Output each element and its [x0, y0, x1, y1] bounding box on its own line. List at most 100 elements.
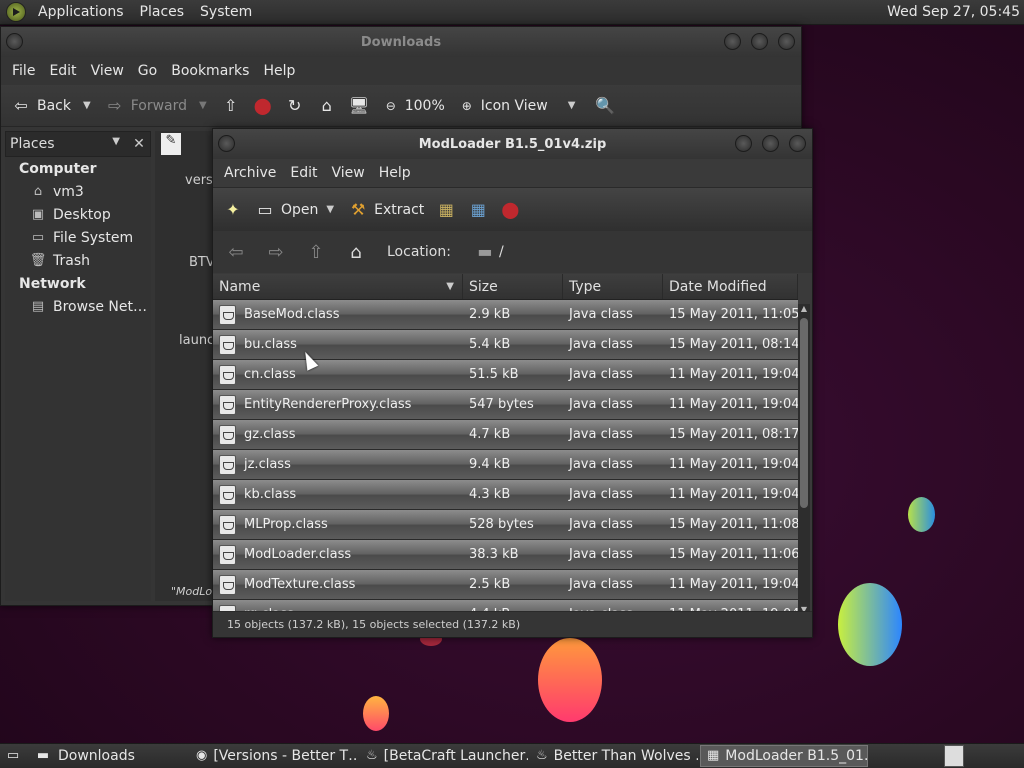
taskbar-task[interactable]: ♨ [BetaCraft Launcher… — [360, 745, 528, 767]
search-icon: 🔍 — [595, 95, 616, 115]
taskbar-task[interactable]: ◉ [Versions - Better T… — [190, 745, 358, 767]
stop-button[interactable]: ⬤ — [500, 200, 520, 220]
home-icon[interactable]: ⌂ — [343, 242, 369, 263]
menu-help[interactable]: Help — [372, 165, 418, 181]
java-class-file-icon — [219, 394, 236, 415]
reload-button[interactable]: ↻ — [285, 96, 305, 116]
workspace-switcher[interactable] — [944, 745, 964, 767]
up-button[interactable]: ⇧ — [221, 96, 241, 116]
back-button[interactable]: ⇦ Back — [11, 96, 71, 116]
taskbar-task[interactable]: ♨ Better Than Wolves … — [530, 745, 698, 767]
menu-applications[interactable]: Applications — [34, 4, 128, 20]
sidebar-item-desktop[interactable]: ▣ Desktop — [5, 203, 151, 226]
file-type-cell: Java class — [569, 577, 633, 592]
zoom-out-button[interactable]: ⊖ — [381, 96, 401, 116]
menu-archive[interactable]: Archive — [217, 165, 283, 181]
column-header-type[interactable]: Type — [563, 274, 663, 299]
file-type-cell: Java class — [569, 307, 633, 322]
file-row[interactable]: ModTexture.class 2.5 kB Java class 11 May 2… — [213, 570, 798, 600]
sidebar-item-vm3[interactable]: ⌂ vm3 — [5, 180, 151, 203]
menu-view[interactable]: View — [325, 165, 372, 181]
sidebar-item-file-system[interactable]: ▭ File System — [5, 226, 151, 249]
add-files-button[interactable]: ▦ — [436, 200, 456, 220]
file-row[interactable]: MLProp.class 528 bytes Java class 15 May 20… — [213, 510, 798, 540]
scroll-up-icon[interactable]: ▲ — [798, 304, 810, 313]
partial-label: BTV — [189, 255, 215, 270]
up-arrow-icon[interactable]: ⇧ — [303, 242, 329, 263]
file-row[interactable]: gz.class 4.7 kB Java class 15 May 2011, 08:… — [213, 420, 798, 450]
forward-arrow-icon[interactable]: ⇨ — [263, 242, 289, 263]
window-menu-button[interactable] — [6, 33, 23, 50]
view-mode-select[interactable]: Icon View — [481, 98, 548, 114]
taskbar-task[interactable]: ▬ Downloads — [28, 745, 188, 767]
home-button[interactable]: ⌂ — [317, 96, 337, 116]
computer-button[interactable]: 🖥 — [349, 96, 369, 116]
column-header-name[interactable]: Name ▼ — [213, 274, 463, 299]
back-arrow-icon[interactable]: ⇦ — [223, 242, 249, 263]
maximize-button[interactable] — [762, 135, 779, 152]
sidebar-item-trash[interactable]: 🗑 Trash — [5, 249, 151, 272]
file-date-cell: 11 May 2011, 19:04 — [669, 367, 798, 382]
show-desktop-button[interactable]: ▭ — [0, 745, 26, 767]
close-button[interactable] — [789, 135, 806, 152]
column-header-size[interactable]: Size — [463, 274, 563, 299]
open-dropdown-arrow[interactable]: ▼ — [326, 204, 334, 215]
file-row[interactable]: EntityRendererProxy.class 547 bytes Java c… — [213, 390, 798, 420]
new-archive-button[interactable]: ✦ — [223, 200, 243, 220]
open-button[interactable]: ▭ Open — [255, 200, 318, 220]
archive-titlebar[interactable]: ModLoader B1.5_01v4.zip — [213, 129, 812, 159]
menu-file[interactable]: File — [5, 63, 42, 79]
menu-help[interactable]: Help — [256, 63, 302, 79]
java-class-file-icon — [219, 424, 236, 445]
file-row[interactable]: ModLoader.class 38.3 kB Java class 15 May 2… — [213, 540, 798, 570]
search-button[interactable]: 🔍 — [595, 96, 615, 116]
menu-view[interactable]: View — [84, 63, 131, 79]
zoom-level[interactable]: 100% — [405, 98, 445, 114]
menu-go[interactable]: Go — [131, 63, 164, 79]
file-row[interactable]: jz.class 9.4 kB Java class 11 May 2011, 19:… — [213, 450, 798, 480]
home-folder-icon: ⌂ — [321, 95, 332, 115]
downloads-titlebar[interactable]: Downloads — [1, 27, 801, 57]
archive-icon: ▦ — [707, 748, 720, 763]
file-type-cell: Java class — [569, 337, 633, 352]
scrollbar-thumb[interactable] — [800, 318, 808, 508]
distro-logo-icon[interactable] — [6, 2, 26, 22]
extract-button[interactable]: ⚒ Extract — [348, 200, 424, 220]
column-header-date[interactable]: Date Modified — [663, 274, 798, 299]
minimize-button[interactable] — [735, 135, 752, 152]
forward-history-dropdown[interactable]: ▼ — [199, 100, 207, 111]
stop-button[interactable]: ⬤ — [253, 96, 273, 116]
window-menu-button[interactable] — [218, 135, 235, 152]
menu-system[interactable]: System — [196, 4, 256, 20]
menu-edit[interactable]: Edit — [283, 165, 324, 181]
add-folder-button[interactable]: ▦ — [468, 200, 488, 220]
partial-tab[interactable]: ✎ — [161, 133, 181, 155]
downloads-icon-view[interactable]: ✎ versi BTV launc "ModLo — [155, 131, 215, 601]
minimize-button[interactable] — [724, 33, 741, 50]
location-path[interactable]: / — [499, 244, 504, 260]
places-sidebar: Places ▼ ✕ Computer ⌂ vm3 ▣ Desktop ▭ File … — [5, 131, 151, 601]
file-size-cell: 2.5 kB — [469, 577, 511, 592]
menu-edit[interactable]: Edit — [42, 63, 83, 79]
close-button[interactable] — [778, 33, 795, 50]
file-row[interactable]: cn.class 51.5 kB Java class 11 May 2011, 19… — [213, 360, 798, 390]
back-history-dropdown[interactable]: ▼ — [83, 100, 91, 111]
view-mode-dropdown-arrow[interactable]: ▼ — [568, 100, 576, 111]
forward-button[interactable]: ⇨ Forward — [105, 96, 187, 116]
file-list-scrollbar[interactable]: ▲ ▼ — [798, 304, 810, 614]
file-row[interactable]: kb.class 4.3 kB Java class 11 May 2011, 19:… — [213, 480, 798, 510]
file-name-cell: MLProp.class — [213, 514, 463, 535]
taskbar-task[interactable]: ▦ ModLoader B1.5_01… — [700, 745, 868, 767]
panel-clock[interactable]: Wed Sep 27, 05:45 — [887, 4, 1020, 20]
file-name-cell: cn.class — [213, 364, 463, 385]
sidebar-item-browse-network[interactable]: ▤ Browse Net… — [5, 295, 151, 318]
maximize-button[interactable] — [751, 33, 768, 50]
menu-places[interactable]: Places — [136, 4, 189, 20]
close-sidebar-icon[interactable]: ✕ — [128, 136, 150, 152]
file-row[interactable]: BaseMod.class 2.9 kB Java class 15 May 2011… — [213, 300, 798, 330]
zoom-in-button[interactable]: ⊕ — [457, 96, 477, 116]
menu-bookmarks[interactable]: Bookmarks — [164, 63, 256, 79]
sidebar-selector[interactable]: Places ▼ — [10, 136, 128, 152]
file-size-cell: 4.7 kB — [469, 427, 511, 442]
file-size-cell: 2.9 kB — [469, 307, 511, 322]
